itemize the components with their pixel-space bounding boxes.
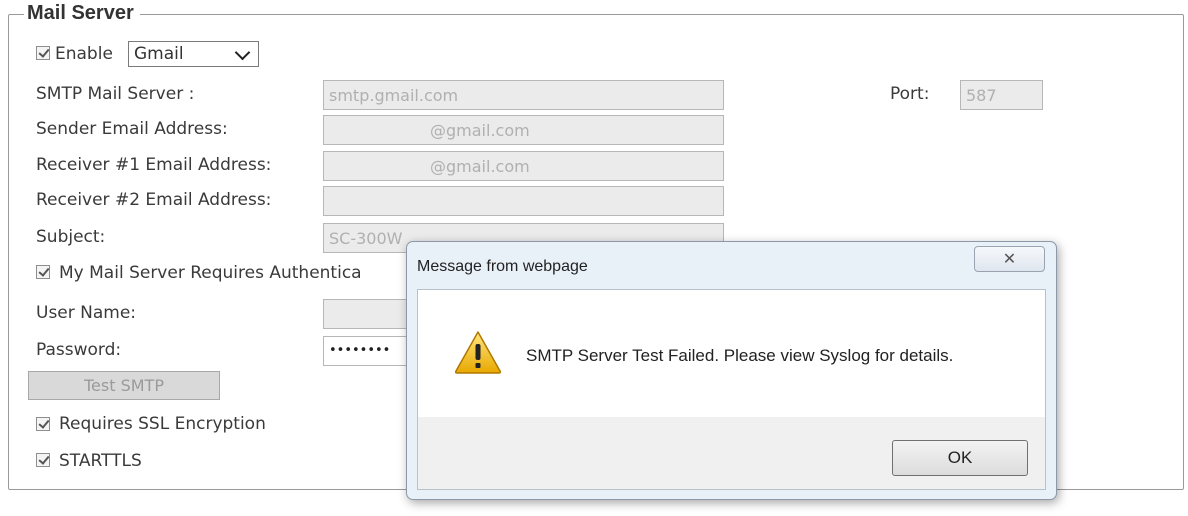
- sender-email-input[interactable]: @gmail.com: [323, 115, 724, 145]
- close-icon[interactable]: ✕: [974, 246, 1045, 272]
- ok-button[interactable]: OK: [892, 440, 1028, 476]
- dialog-title: Message from webpage: [417, 258, 588, 275]
- enable-checkbox[interactable]: [36, 46, 50, 60]
- warning-icon: [454, 331, 502, 374]
- starttls-checkbox[interactable]: [36, 453, 50, 467]
- subject-label: Subject:: [36, 227, 106, 247]
- dialog-message: SMTP Server Test Failed. Please view Sys…: [526, 346, 954, 365]
- mail-provider-value: Gmail: [134, 44, 184, 64]
- username-label: User Name:: [36, 303, 137, 323]
- receiver2-email-input[interactable]: [323, 186, 724, 216]
- mail-server-legend: Mail Server: [24, 2, 140, 25]
- chevron-down-icon: [234, 44, 251, 61]
- ssl-checkbox[interactable]: [36, 417, 50, 431]
- sender-email-label: Sender Email Address:: [36, 119, 228, 139]
- test-smtp-button[interactable]: Test SMTP: [28, 371, 220, 400]
- smtp-server-input[interactable]: smtp.gmail.com: [323, 80, 724, 110]
- smtp-server-label: SMTP Mail Server :: [36, 84, 195, 104]
- port-label: Port:: [890, 84, 930, 104]
- enable-label: Enable: [55, 44, 113, 64]
- receiver1-email-input[interactable]: @gmail.com: [323, 151, 724, 181]
- receiver2-email-label: Receiver #2 Email Address:: [36, 190, 272, 210]
- ssl-label: Requires SSL Encryption: [59, 414, 266, 434]
- mail-provider-select[interactable]: Gmail: [128, 41, 259, 67]
- receiver1-email-label: Receiver #1 Email Address:: [36, 155, 272, 175]
- starttls-label: STARTTLS: [59, 451, 142, 471]
- password-label: Password:: [36, 340, 122, 360]
- auth-required-label: My Mail Server Requires Authentica: [59, 263, 362, 283]
- message-dialog: Message from webpage ✕ SMTP Server Test …: [406, 241, 1057, 500]
- dialog-body: SMTP Server Test Failed. Please view Sys…: [417, 289, 1046, 490]
- auth-required-checkbox[interactable]: [36, 265, 50, 279]
- port-input[interactable]: 587: [960, 80, 1043, 110]
